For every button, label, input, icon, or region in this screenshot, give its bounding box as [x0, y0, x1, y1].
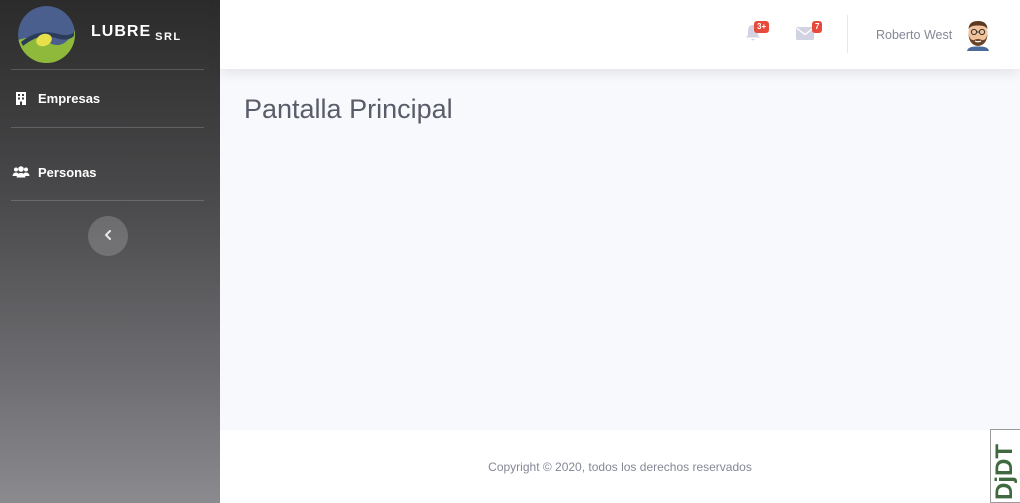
footer: Copyright © 2020, todos los derechos res…	[220, 430, 1020, 503]
messages-button[interactable]: 7	[794, 21, 823, 46]
user-name: Roberto West	[876, 28, 953, 42]
chevron-left-icon	[104, 227, 112, 245]
page-title: Pantalla Principal	[244, 94, 453, 124]
sidebar-item-personas[interactable]: Personas	[0, 128, 220, 200]
brand[interactable]: LUBRE SRL	[0, 0, 220, 69]
topbar-divider	[847, 15, 848, 53]
brand-suffix: SRL	[155, 30, 182, 43]
debug-toolbar-handle[interactable]: DjDT	[990, 429, 1020, 503]
building-icon	[12, 92, 30, 106]
messages-badge: 7	[812, 21, 823, 33]
alerts-button[interactable]: 3+	[742, 21, 770, 46]
brand-logo	[18, 6, 75, 63]
user-menu[interactable]: Roberto West	[876, 17, 992, 53]
avatar-icon	[964, 19, 992, 51]
sidebar-divider	[11, 200, 204, 201]
debug-toolbar-label: DjDT	[991, 444, 1018, 500]
users-icon	[12, 165, 30, 179]
copyright-text: Copyright © 2020, todos los derechos res…	[488, 459, 752, 474]
sidebar-item-empresas[interactable]: Empresas	[0, 70, 220, 127]
brand-name: LUBRE SRL	[91, 22, 182, 43]
sidebar: LUBRE SRL Empresas Personas	[0, 0, 220, 503]
sidebar-item-label: Personas	[38, 164, 97, 180]
sidebar-toggle-button[interactable]	[88, 216, 128, 256]
alerts-badge: 3+	[754, 21, 770, 33]
sidebar-item-label: Empresas	[38, 91, 101, 106]
topbar: 3+ 7 Roberto West	[220, 0, 1020, 69]
